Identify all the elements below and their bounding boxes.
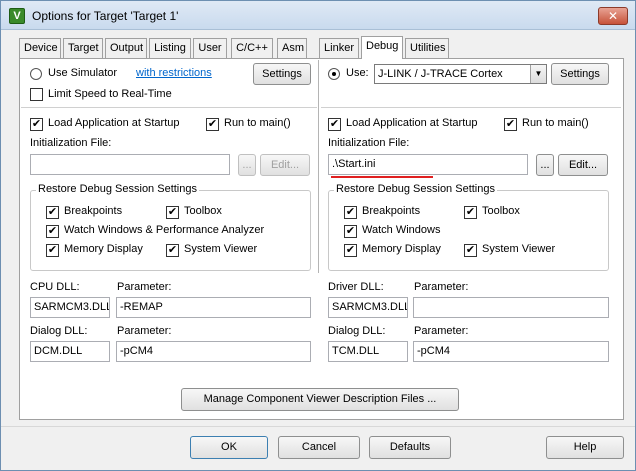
tab-c-cpp[interactable]: C/C++ [231, 38, 273, 58]
debugger-select[interactable]: J-LINK / J-TRACE Cortex ▼ [374, 64, 547, 84]
limit-speed-checkbox[interactable] [30, 88, 43, 101]
keil-app-icon: V [9, 8, 25, 24]
window-title: Options for Target 'Target 1' [32, 9, 179, 23]
use-debugger-radio[interactable] [328, 68, 340, 80]
left-dialog-dll-input[interactable]: DCM.DLL [30, 341, 110, 362]
simulator-settings-button[interactable]: Settings [253, 63, 311, 85]
driver-param-input[interactable] [413, 297, 609, 318]
right-memory-label: Memory Display [362, 243, 441, 255]
left-restore-group-title: Restore Debug Session Settings [36, 183, 199, 195]
right-dialog-dll-input[interactable]: TCM.DLL [328, 341, 408, 362]
driver-dll-input[interactable]: SARMCM3.DLL [328, 297, 408, 318]
use-simulator-radio[interactable] [30, 68, 42, 80]
right-watch-label: Watch Windows [362, 224, 441, 236]
right-sysviewer-checkbox[interactable]: ✔ [464, 244, 477, 257]
right-load-app-label: Load Application at Startup [346, 117, 478, 129]
left-memory-label: Memory Display [64, 243, 143, 255]
tab-utilities[interactable]: Utilities [405, 38, 449, 58]
left-run-to-main-checkbox[interactable]: ✔ [206, 118, 219, 131]
right-load-app-checkbox[interactable]: ✔ [328, 118, 341, 131]
left-memory-checkbox[interactable]: ✔ [46, 244, 59, 257]
left-sysviewer-label: System Viewer [184, 243, 258, 255]
use-simulator-label: Use Simulator [48, 67, 118, 79]
left-init-file-input[interactable] [30, 154, 230, 175]
right-memory-checkbox[interactable]: ✔ [344, 244, 357, 257]
right-toolbox-label: Toolbox [482, 205, 520, 217]
close-icon: ✕ [607, 9, 619, 23]
debugger-settings-button[interactable]: Settings [551, 63, 609, 85]
restrictions-link[interactable]: with restrictions [136, 67, 212, 79]
manage-component-viewer-button[interactable]: Manage Component Viewer Description File… [181, 388, 459, 411]
driver-dll-label: Driver DLL: [328, 281, 384, 293]
right-breakpoints-checkbox[interactable]: ✔ [344, 206, 357, 219]
title-bar: V Options for Target 'Target 1' ✕ [1, 1, 635, 30]
left-toolbox-label: Toolbox [184, 205, 222, 217]
cpu-param-input[interactable]: -REMAP [116, 297, 311, 318]
close-button[interactable]: ✕ [598, 7, 628, 25]
chevron-down-icon: ▼ [530, 65, 546, 83]
tab-user[interactable]: User [193, 38, 227, 58]
right-restore-group-title: Restore Debug Session Settings [334, 183, 497, 195]
right-dialog-param-input[interactable]: -pCM4 [413, 341, 609, 362]
column-divider [318, 60, 319, 273]
right-divider [321, 107, 621, 108]
left-dialog-param-label: Parameter: [117, 325, 172, 337]
right-init-file-input[interactable]: .\Start.ini [328, 154, 528, 175]
right-browse-button[interactable]: ... [536, 154, 554, 176]
right-dialog-param-label: Parameter: [414, 325, 469, 337]
left-load-app-label: Load Application at Startup [48, 117, 180, 129]
left-toolbox-checkbox[interactable]: ✔ [166, 206, 179, 219]
left-init-file-label: Initialization File: [30, 137, 112, 149]
limit-speed-label: Limit Speed to Real-Time [48, 88, 172, 100]
left-dialog-param-input[interactable]: -pCM4 [116, 341, 311, 362]
defaults-button[interactable]: Defaults [369, 436, 451, 459]
tab-debug[interactable]: Debug [361, 36, 403, 59]
left-run-to-main-label: Run to main() [224, 117, 291, 129]
left-watch-label: Watch Windows & Performance Analyzer [64, 224, 265, 236]
tab-asm[interactable]: Asm [277, 38, 307, 58]
right-sysviewer-label: System Viewer [482, 243, 556, 255]
driver-param-label: Parameter: [414, 281, 469, 293]
left-dialog-dll-label: Dialog DLL: [30, 325, 88, 337]
cancel-button[interactable]: Cancel [278, 436, 360, 459]
ok-button[interactable]: OK [190, 436, 268, 459]
left-sysviewer-checkbox[interactable]: ✔ [166, 244, 179, 257]
tab-device[interactable]: Device [19, 38, 61, 58]
left-browse-button[interactable]: ... [238, 154, 256, 176]
right-run-to-main-checkbox[interactable]: ✔ [504, 118, 517, 131]
left-divider [21, 107, 317, 108]
right-breakpoints-label: Breakpoints [362, 205, 421, 217]
right-run-to-main-label: Run to main() [522, 117, 589, 129]
cpu-dll-label: CPU DLL: [30, 281, 80, 293]
left-load-app-checkbox[interactable]: ✔ [30, 118, 43, 131]
cpu-dll-input[interactable]: SARMCM3.DLL [30, 297, 110, 318]
help-button[interactable]: Help [546, 436, 624, 459]
right-init-file-label: Initialization File: [328, 137, 410, 149]
tab-listing[interactable]: Listing [149, 38, 191, 58]
left-watch-checkbox[interactable]: ✔ [46, 225, 59, 238]
right-dialog-dll-label: Dialog DLL: [328, 325, 386, 337]
right-toolbox-checkbox[interactable]: ✔ [464, 206, 477, 219]
cpu-param-label: Parameter: [117, 281, 172, 293]
tab-output[interactable]: Output [105, 38, 147, 58]
debugger-select-value: J-LINK / J-TRACE Cortex [378, 68, 503, 80]
use-label: Use: [346, 67, 369, 79]
highlight-underline [331, 176, 433, 178]
footer-divider [1, 426, 635, 427]
tab-target[interactable]: Target [63, 38, 103, 58]
left-edit-button[interactable]: Edit... [260, 154, 310, 176]
left-breakpoints-checkbox[interactable]: ✔ [46, 206, 59, 219]
right-edit-button[interactable]: Edit... [558, 154, 608, 176]
left-breakpoints-label: Breakpoints [64, 205, 123, 217]
tab-linker[interactable]: Linker [319, 38, 359, 58]
options-dialog: V Options for Target 'Target 1' ✕ Device… [0, 0, 636, 471]
right-watch-checkbox[interactable]: ✔ [344, 225, 357, 238]
